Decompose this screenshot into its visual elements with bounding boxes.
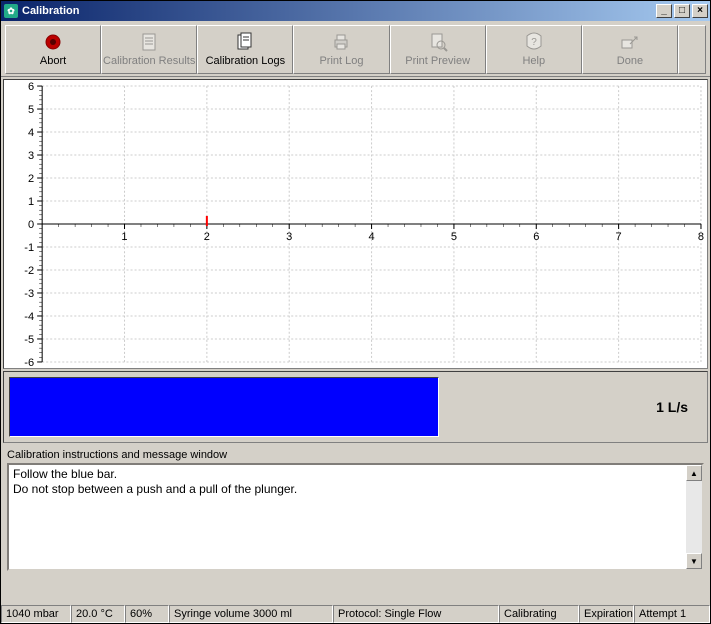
abort-button[interactable]: Abort <box>5 25 101 74</box>
svg-text:8: 8 <box>698 231 704 243</box>
svg-text:6: 6 <box>28 81 34 93</box>
app-icon: ✿ <box>4 4 18 18</box>
toolbar-spacer <box>678 25 706 74</box>
svg-text:2: 2 <box>204 231 210 243</box>
svg-text:-4: -4 <box>24 311 34 323</box>
logs-label: Calibration Logs <box>206 55 286 67</box>
done-label: Done <box>617 55 643 67</box>
help-label: Help <box>522 55 545 67</box>
done-button[interactable]: Done <box>582 25 678 74</box>
svg-text:4: 4 <box>368 231 374 243</box>
print-log-icon <box>331 32 351 52</box>
svg-text:-3: -3 <box>24 288 34 300</box>
print-preview-label: Print Preview <box>405 55 470 67</box>
svg-text:5: 5 <box>28 104 34 116</box>
results-icon <box>139 32 159 52</box>
status-expiration: Expiration <box>579 605 634 623</box>
scroll-track[interactable] <box>686 481 702 553</box>
status-temperature: 20.0 °C <box>71 605 125 623</box>
svg-text:?: ? <box>531 37 537 48</box>
svg-text:3: 3 <box>28 150 34 162</box>
flow-bar <box>9 377 439 437</box>
message-line: Do not stop between a push and a pull of… <box>13 482 684 497</box>
svg-text:7: 7 <box>616 231 622 243</box>
svg-text:1: 1 <box>28 196 34 208</box>
status-syringe: Syringe volume 3000 ml <box>169 605 333 623</box>
print-preview-button[interactable]: Print Preview <box>390 25 486 74</box>
scroll-up-icon[interactable]: ▲ <box>686 465 702 481</box>
minimize-button[interactable]: _ <box>656 4 672 18</box>
flow-rate-label: 1 L/s <box>656 377 702 437</box>
title-bar: ✿ Calibration _ □ × <box>1 1 710 21</box>
svg-text:4: 4 <box>28 127 34 139</box>
logs-icon <box>235 32 255 52</box>
abort-icon <box>43 32 63 52</box>
status-protocol: Protocol: Single Flow <box>333 605 499 623</box>
toolbar: Abort Calibration Results Calibration Lo… <box>1 21 710 77</box>
abort-label: Abort <box>40 55 66 67</box>
svg-text:-5: -5 <box>24 334 34 346</box>
flow-bar-panel: 1 L/s <box>3 371 708 443</box>
message-caption: Calibration instructions and message win… <box>7 449 704 461</box>
print-log-label: Print Log <box>319 55 363 67</box>
calibration-logs-button[interactable]: Calibration Logs <box>197 25 293 74</box>
print-preview-icon <box>428 32 448 52</box>
calibration-chart: -6 -5 -4 -3 -2 -1 0 1 2 3 4 5 6 1 2 3 4 5 6 7 8 <box>3 79 708 369</box>
svg-text:6: 6 <box>533 231 539 243</box>
calibration-results-button[interactable]: Calibration Results <box>101 25 197 74</box>
svg-text:2: 2 <box>28 173 34 185</box>
svg-text:-1: -1 <box>24 242 34 254</box>
scroll-down-icon[interactable]: ▼ <box>686 553 702 569</box>
svg-text:1: 1 <box>121 231 127 243</box>
results-label: Calibration Results <box>103 55 195 67</box>
message-window: Follow the blue bar.Do not stop between … <box>7 463 704 571</box>
status-state: Calibrating <box>499 605 579 623</box>
status-bar: 1040 mbar 20.0 °C 60% Syringe volume 300… <box>1 605 710 623</box>
done-icon <box>620 32 640 52</box>
print-log-button[interactable]: Print Log <box>293 25 389 74</box>
status-humidity: 60% <box>125 605 169 623</box>
help-button[interactable]: ? Help <box>486 25 582 74</box>
svg-text:5: 5 <box>451 231 457 243</box>
message-line: Follow the blue bar. <box>13 467 684 482</box>
help-icon: ? <box>524 32 544 52</box>
status-pressure: 1040 mbar <box>1 605 71 623</box>
window-title: Calibration <box>22 5 654 17</box>
close-button[interactable]: × <box>692 4 708 18</box>
svg-text:-2: -2 <box>24 265 34 277</box>
svg-text:-6: -6 <box>24 357 34 368</box>
message-scrollbar[interactable]: ▲ ▼ <box>686 465 702 569</box>
maximize-button[interactable]: □ <box>674 4 690 18</box>
svg-text:3: 3 <box>286 231 292 243</box>
status-attempt: Attempt 1 <box>634 605 710 623</box>
svg-text:0: 0 <box>28 219 34 231</box>
